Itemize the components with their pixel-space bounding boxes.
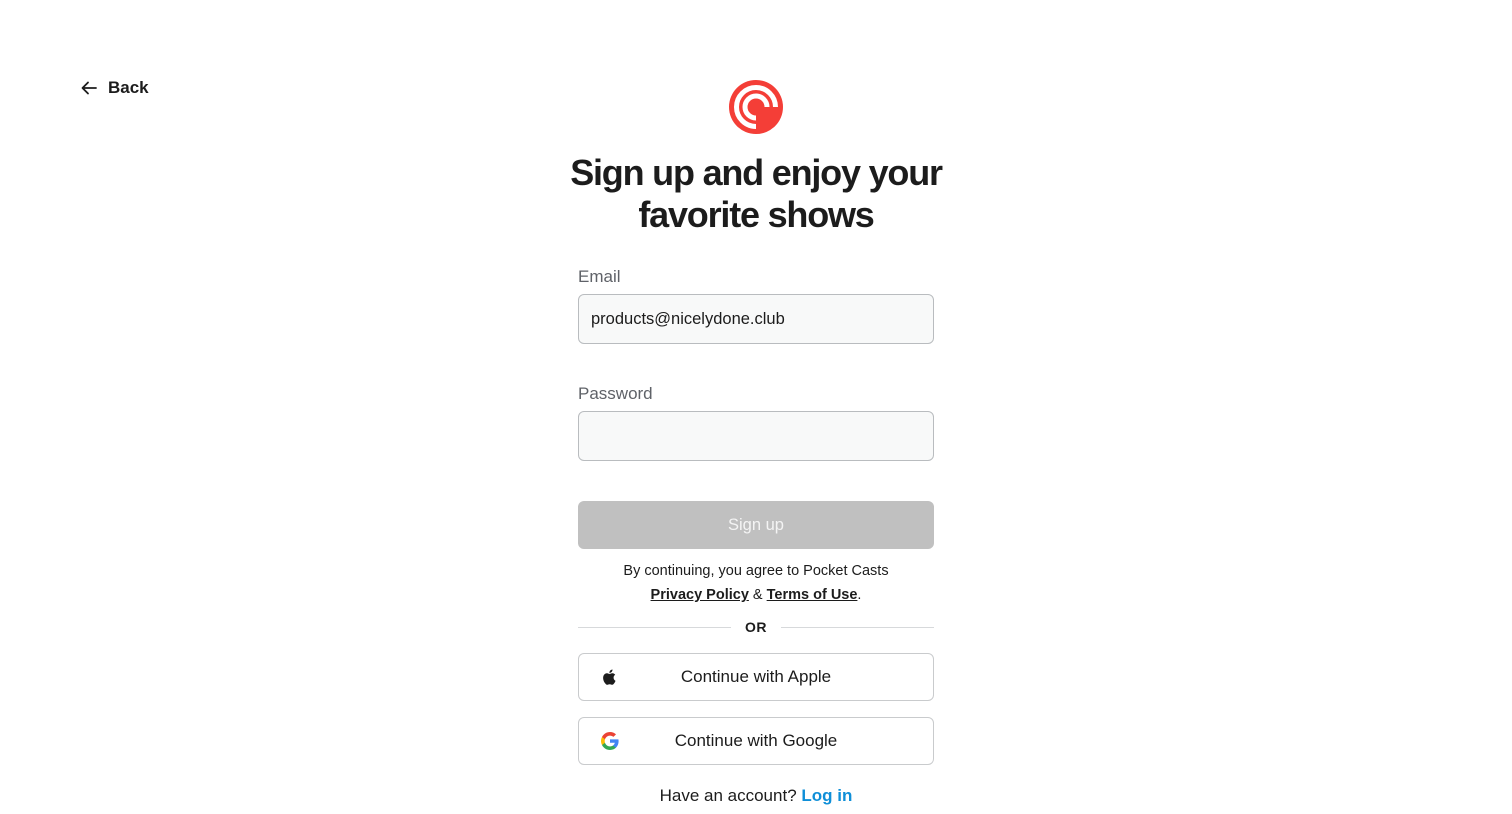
terms-of-use-link[interactable]: Terms of Use <box>767 587 858 603</box>
continue-with-apple-button[interactable]: Continue with Apple <box>578 653 934 701</box>
signup-page: Back Sign up and enjoy your favorite sho… <box>0 0 1512 814</box>
page-title-line-2: favorite shows <box>638 194 874 235</box>
divider-line-right <box>781 626 934 628</box>
or-divider: OR <box>578 615 934 639</box>
terms-suffix: . <box>857 587 862 603</box>
login-prompt-text: Have an account? <box>659 786 797 805</box>
divider-line-left <box>578 626 731 628</box>
sign-up-button[interactable]: Sign up <box>578 501 934 549</box>
terms-prefix: By continuing, you agree to Pocket Casts <box>623 563 889 579</box>
back-button[interactable]: Back <box>80 78 149 98</box>
arrow-left-icon <box>81 81 97 95</box>
log-in-link[interactable]: Log in <box>801 786 852 805</box>
password-field[interactable] <box>578 411 934 461</box>
terms-notice: By continuing, you agree to Pocket Casts… <box>578 559 934 607</box>
continue-with-google-button[interactable]: Continue with Google <box>578 717 934 765</box>
password-label: Password <box>578 384 653 403</box>
privacy-policy-link[interactable]: Privacy Policy <box>651 587 749 603</box>
page-title-line-1: Sign up and enjoy your <box>570 152 943 193</box>
pocket-casts-logo <box>729 80 783 134</box>
back-label: Back <box>108 78 149 97</box>
email-field[interactable] <box>578 294 934 344</box>
google-button-label: Continue with Google <box>674 731 838 750</box>
login-prompt: Have an account? Log in <box>578 786 934 806</box>
email-label: Email <box>578 267 621 286</box>
divider-label: OR <box>745 619 767 635</box>
google-icon <box>601 732 619 750</box>
page-title: Sign up and enjoy your favorite shows <box>538 152 974 236</box>
apple-icon <box>603 669 616 685</box>
apple-button-label: Continue with Apple <box>680 667 832 686</box>
terms-joiner: & <box>752 587 763 603</box>
